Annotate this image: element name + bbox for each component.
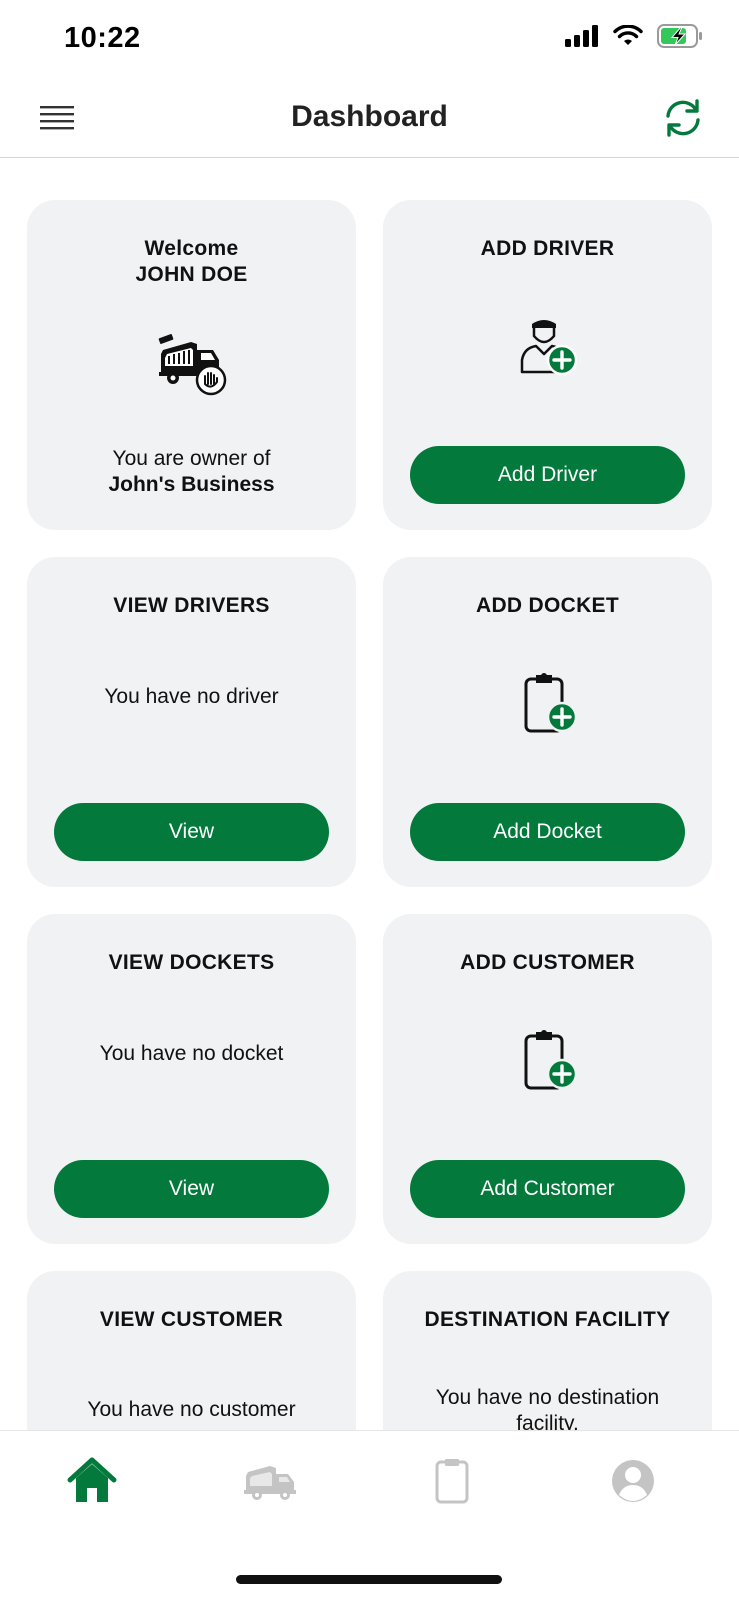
tab-profile[interactable]	[603, 1453, 663, 1509]
add-driver-button[interactable]: Add Driver	[410, 446, 685, 504]
view-drivers-title: VIEW DRIVERS	[113, 594, 270, 617]
truck-icon	[244, 1466, 296, 1500]
signal-icon	[565, 25, 599, 52]
view-drivers-card: VIEW DRIVERS You have no driver View	[27, 557, 356, 887]
ownership-label: You are owner of	[112, 447, 271, 470]
home-icon	[67, 1457, 117, 1502]
view-dockets-title: VIEW DOCKETS	[108, 951, 275, 974]
view-dockets-card: VIEW DOCKETS You have no docket View	[27, 914, 356, 1244]
ownership-text: You are owner of John's Business	[37, 446, 346, 498]
drivers-empty-text: You have no driver	[104, 685, 279, 708]
add-customer-card: ADD CUSTOMER Add Customer	[383, 914, 712, 1244]
user-name: JOHN DOE	[135, 263, 248, 286]
clipboard-add-icon	[516, 1028, 580, 1099]
business-name: John's Business	[108, 473, 275, 496]
destination-facility-card: DESTINATION FACILITY You have no destina…	[383, 1271, 712, 1430]
view-customer-title: VIEW CUSTOMER	[99, 1308, 284, 1331]
customer-empty-text: You have no customer	[87, 1398, 296, 1421]
page-title: Dashboard	[291, 100, 448, 133]
add-docket-title: ADD DOCKET	[476, 594, 619, 617]
welcome-card: Welcome JOHN DOE You are owner of John's…	[27, 200, 356, 530]
tab-home[interactable]	[62, 1453, 122, 1509]
add-docket-button[interactable]: Add Docket	[410, 803, 685, 861]
status-icons	[565, 24, 703, 53]
refresh-button[interactable]	[661, 96, 705, 140]
welcome-title: Welcome JOHN DOE	[27, 236, 356, 288]
refresh-icon	[666, 99, 700, 137]
dashboard-content[interactable]: Welcome JOHN DOE You are owner of John's…	[0, 158, 739, 1430]
add-docket-card: ADD DOCKET Add Docket	[383, 557, 712, 887]
tab-trucks[interactable]	[242, 1453, 302, 1509]
dockets-empty-text: You have no docket	[99, 1042, 284, 1065]
add-customer-title: ADD CUSTOMER	[460, 951, 635, 974]
bottom-tab-bar	[0, 1430, 739, 1600]
clipboard-add-icon	[516, 671, 580, 742]
add-driver-card: ADD DRIVER Add Driver	[383, 200, 712, 530]
dashboard-grid: Welcome JOHN DOE You are owner of John's…	[27, 200, 712, 1430]
tab-dockets[interactable]	[422, 1453, 482, 1509]
driver-add-icon	[516, 314, 580, 383]
clipboard-icon	[435, 1459, 469, 1504]
facility-empty-line2: facility.	[516, 1412, 579, 1430]
add-customer-button[interactable]: Add Customer	[410, 1160, 685, 1218]
home-indicator	[236, 1575, 502, 1584]
battery-icon	[657, 24, 703, 53]
wifi-icon	[613, 24, 643, 52]
facility-empty-line1: You have no destination	[435, 1386, 660, 1409]
garbage-truck-icon	[157, 332, 227, 401]
view-drivers-button[interactable]: View	[54, 803, 329, 861]
app-header: Dashboard	[0, 80, 739, 158]
status-bar: 10:22	[0, 0, 739, 80]
view-customer-card: VIEW CUSTOMER You have no customer	[27, 1271, 356, 1430]
destination-facility-title: DESTINATION FACILITY	[424, 1308, 671, 1331]
facility-empty-text: You have no destination facility.	[393, 1385, 702, 1430]
add-driver-title: ADD DRIVER	[480, 237, 615, 260]
view-dockets-button[interactable]: View	[54, 1160, 329, 1218]
welcome-label: Welcome	[144, 237, 239, 260]
user-icon	[612, 1460, 654, 1502]
status-time: 10:22	[64, 22, 141, 54]
